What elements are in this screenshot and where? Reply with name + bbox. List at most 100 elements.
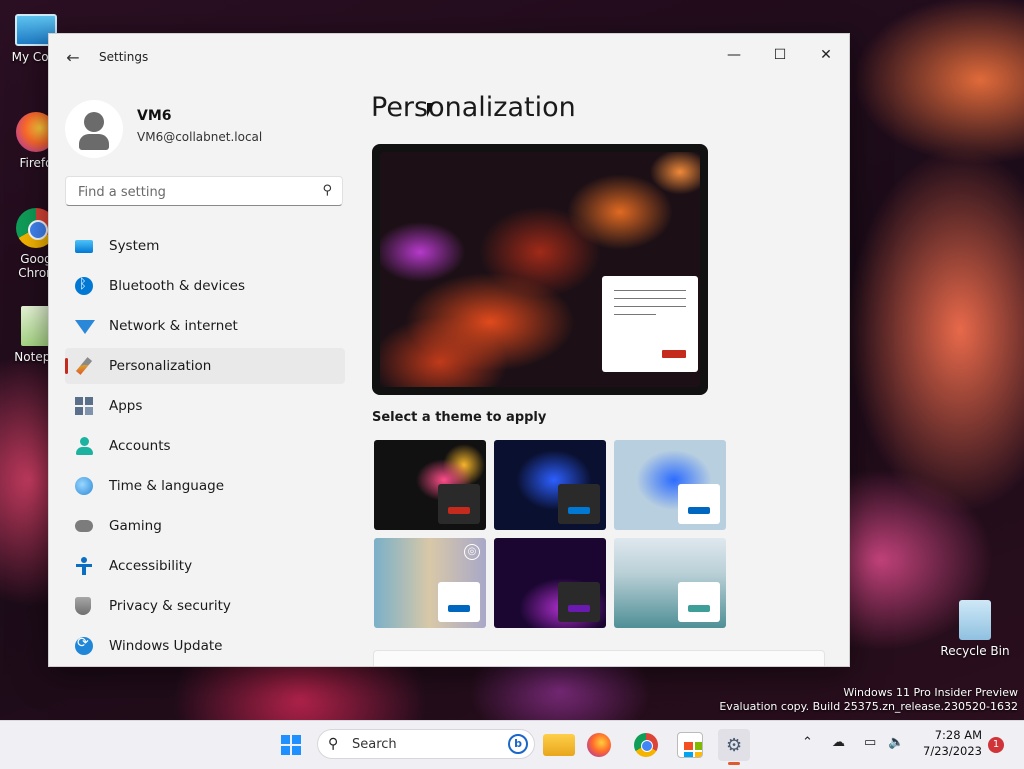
sidebar-item-label: Network & internet [109, 318, 238, 334]
gear-icon: ⚙ [726, 735, 743, 756]
sidebar-item-label: Apps [109, 398, 143, 414]
sidebar-item-network[interactable]: Network & internet [65, 308, 345, 344]
sidebar-item-time-language[interactable]: Time & language [65, 468, 345, 504]
desktop-icon-label: Recycle Bin [940, 644, 1010, 658]
theme-preview-chip [678, 484, 720, 524]
settings-taskbar-button[interactable]: ⚙ [718, 729, 750, 765]
app-title: Settings [99, 50, 149, 64]
sidebar-item-windows-update[interactable]: Windows Update [65, 628, 345, 664]
sidebar-item-personalization[interactable]: Personalization [65, 348, 345, 384]
theme-accent-bar [688, 605, 710, 612]
preview-text-line [614, 306, 686, 307]
firefox-taskbar-button[interactable] [587, 733, 611, 757]
sidebar-nav: System Bluetooth & devices Network & int… [65, 228, 345, 666]
slideshow-badge-icon: ◎ [464, 544, 480, 560]
page-title: Personalization [371, 92, 576, 123]
sidebar-item-label: Time & language [109, 478, 225, 494]
system-clock[interactable]: 7:28 AM 7/23/2023 [918, 727, 982, 759]
wifi-icon [75, 320, 95, 334]
desktop-watermark: Windows 11 Pro Insider Preview Evaluatio… [719, 686, 1018, 714]
sidebar-item-label: Gaming [109, 518, 162, 534]
sidebar-item-label: Privacy & security [109, 598, 231, 614]
desktop-icon-recycle-bin[interactable]: Recycle Bin [940, 600, 1010, 658]
update-icon [75, 635, 93, 655]
theme-tile-4[interactable]: ◎ [374, 538, 486, 628]
shield-icon [75, 597, 91, 615]
sidebar-item-accessibility[interactable]: Accessibility [65, 548, 345, 584]
brush-icon [75, 357, 93, 375]
theme-tile-6[interactable] [614, 538, 726, 628]
theme-preview [372, 144, 708, 395]
sidebar-item-label: Windows Update [109, 638, 223, 654]
maximize-icon: ☐ [773, 47, 787, 63]
network-icon[interactable]: ▭ [864, 735, 876, 750]
theme-tile-2[interactable] [494, 440, 606, 530]
avatar-body-icon [79, 134, 109, 150]
theme-accent-bar [568, 605, 590, 612]
sidebar-item-label: Personalization [109, 358, 212, 374]
watermark-line-1: Windows 11 Pro Insider Preview [843, 686, 1018, 699]
avatar [65, 100, 123, 158]
person-icon [75, 437, 93, 455]
globe-clock-icon [75, 477, 93, 495]
chevron-up-icon[interactable]: ⌃ [802, 735, 813, 750]
close-button[interactable]: ✕ [803, 40, 849, 70]
recycle-bin-icon [959, 600, 991, 640]
minimize-button[interactable]: — [711, 40, 757, 70]
monitor-icon [75, 240, 93, 253]
taskbar-search-label: Search [352, 737, 397, 752]
sidebar-item-apps[interactable]: Apps [65, 388, 345, 424]
theme-preview-chip [438, 582, 480, 622]
settings-card-partial[interactable] [373, 650, 825, 666]
sidebar-item-gaming[interactable]: Gaming [65, 508, 345, 544]
theme-accent-bar [448, 507, 470, 514]
settings-search-box[interactable]: ⚲ [65, 176, 343, 206]
volume-icon[interactable]: 🔈 [888, 735, 904, 750]
sidebar-item-bluetooth[interactable]: Bluetooth & devices [65, 268, 345, 304]
sidebar-item-privacy-security[interactable]: Privacy & security [65, 588, 345, 624]
notepad-icon [21, 306, 51, 346]
maximize-button[interactable]: ☐ [757, 40, 803, 70]
theme-tile-5[interactable] [494, 538, 606, 628]
wallpaper-preview-image [380, 152, 700, 387]
preview-window-sample [602, 276, 698, 372]
user-profile[interactable]: VM6 VM6@collabnet.local [65, 100, 345, 160]
preview-text-line [614, 290, 686, 291]
title-bar[interactable]: ← Settings — ☐ ✕ [49, 34, 849, 80]
sidebar-item-label: System [109, 238, 160, 254]
sidebar-item-label: Accessibility [109, 558, 193, 574]
avatar-head-icon [84, 112, 104, 132]
close-icon: ✕ [820, 47, 832, 63]
settings-window: ← Settings — ☐ ✕ VM6 VM6@collabnet.local… [48, 33, 850, 667]
bluetooth-icon [75, 277, 93, 295]
search-icon[interactable]: ⚲ [322, 183, 332, 198]
microsoft-store-button[interactable] [677, 732, 703, 758]
theme-tile-1[interactable] [374, 440, 486, 530]
notification-badge[interactable]: 1 [988, 737, 1004, 753]
theme-preview-chip [558, 582, 600, 622]
taskbar-search[interactable]: ⚲ Search b [317, 729, 535, 759]
bing-icon[interactable]: b [508, 734, 528, 754]
onedrive-cloud-icon[interactable]: ☁ [832, 735, 845, 750]
sidebar-item-label: Bluetooth & devices [109, 278, 246, 294]
preview-text-line [614, 298, 686, 299]
settings-search-input[interactable] [76, 182, 310, 202]
sidebar-item-system[interactable]: System [65, 228, 345, 264]
file-explorer-button[interactable] [543, 734, 575, 756]
theme-preview-chip [558, 484, 600, 524]
theme-tile-3[interactable] [614, 440, 726, 530]
back-button[interactable]: ← [61, 46, 85, 70]
sidebar-item-accounts[interactable]: Accounts [65, 428, 345, 464]
start-button[interactable] [275, 729, 307, 761]
apps-icon [75, 397, 93, 415]
clock-date: 7/23/2023 [923, 744, 982, 758]
theme-preview-chip [438, 484, 480, 524]
preview-text-line [614, 314, 656, 315]
mouse-cursor-icon [427, 103, 434, 117]
chrome-taskbar-button[interactable] [634, 733, 658, 757]
theme-accent-bar [568, 507, 590, 514]
watermark-line-2: Evaluation copy. Build 25375.zn_release.… [719, 700, 1018, 713]
theme-grid: ◎ [374, 440, 734, 630]
profile-email: VM6@collabnet.local [137, 130, 263, 144]
profile-name: VM6 [137, 108, 172, 124]
